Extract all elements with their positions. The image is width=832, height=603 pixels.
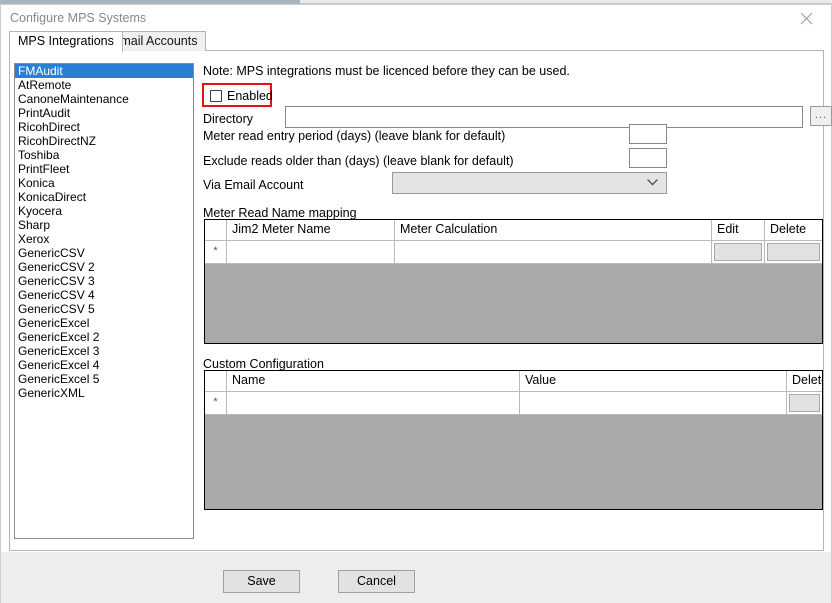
integration-listbox[interactable]: FMAuditAtRemoteCanoneMaintenancePrintAud…: [14, 63, 194, 539]
tab-content-panel: FMAuditAtRemoteCanoneMaintenancePrintAud…: [9, 50, 824, 551]
list-item[interactable]: RicohDirect: [15, 120, 193, 134]
custom-grid-col-value[interactable]: Value: [520, 371, 787, 391]
app-root: Configure MPS Systems MPS Integrations E…: [0, 0, 832, 603]
list-item[interactable]: GenericExcel 3: [15, 344, 193, 358]
list-item[interactable]: Kyocera: [15, 204, 193, 218]
tab-mps-integrations-label: MPS Integrations: [18, 34, 114, 48]
list-item[interactable]: GenericExcel: [15, 316, 193, 330]
list-item[interactable]: GenericExcel 2: [15, 330, 193, 344]
list-item[interactable]: RicohDirectNZ: [15, 134, 193, 148]
tab-mps-integrations[interactable]: MPS Integrations: [9, 31, 123, 52]
meter-grid-cell-delete[interactable]: [765, 241, 822, 263]
meter-read-entry-period-label: Meter read entry period (days) (leave bl…: [203, 129, 505, 143]
meter-grid-col-meter-calculation[interactable]: Meter Calculation: [395, 220, 712, 240]
list-item[interactable]: Konica: [15, 176, 193, 190]
save-button[interactable]: Save: [223, 570, 300, 593]
close-button[interactable]: [785, 5, 829, 31]
custom-configuration-grid[interactable]: Name Value Delete *: [204, 370, 823, 510]
enabled-checkbox-highlight: Enabled: [202, 83, 272, 107]
custom-grid-cell-value[interactable]: [520, 392, 787, 414]
custom-grid-col-rowheader: [205, 371, 227, 391]
list-item[interactable]: FMAudit: [15, 64, 193, 78]
custom-grid-title: Custom Configuration: [203, 357, 324, 371]
meter-grid-new-row[interactable]: *: [205, 241, 822, 264]
meter-grid-cell-edit[interactable]: [712, 241, 765, 263]
custom-grid-empty-area: [205, 415, 822, 510]
list-item[interactable]: PrintFleet: [15, 162, 193, 176]
close-icon: [800, 12, 813, 25]
list-item[interactable]: GenericExcel 4: [15, 358, 193, 372]
custom-grid-col-name[interactable]: Name: [227, 371, 520, 391]
enabled-checkbox[interactable]: [210, 90, 222, 102]
list-item[interactable]: GenericExcel 5: [15, 372, 193, 386]
meter-grid-col-jim2-meter-name[interactable]: Jim2 Meter Name: [227, 220, 395, 240]
list-item[interactable]: GenericCSV: [15, 246, 193, 260]
list-item[interactable]: AtRemote: [15, 78, 193, 92]
exclude-reads-older-than-label: Exclude reads older than (days) (leave b…: [203, 154, 514, 168]
tab-email-accounts-label: Email Accounts: [112, 34, 197, 48]
integration-settings-pane: Note: MPS integrations must be licenced …: [200, 51, 823, 550]
licence-note: Note: MPS integrations must be licenced …: [203, 64, 570, 78]
list-item[interactable]: CanoneMaintenance: [15, 92, 193, 106]
title-bar: Configure MPS Systems: [1, 5, 831, 31]
list-item[interactable]: GenericXML: [15, 386, 193, 400]
list-item[interactable]: GenericCSV 2: [15, 260, 193, 274]
directory-input[interactable]: [285, 106, 803, 128]
meter-read-entry-period-input[interactable]: [629, 124, 667, 144]
cancel-button[interactable]: Cancel: [338, 570, 415, 593]
meter-grid-new-row-marker: *: [205, 241, 227, 263]
custom-grid-delete-button[interactable]: [789, 394, 820, 412]
configure-mps-systems-window: Configure MPS Systems MPS Integrations E…: [0, 4, 832, 603]
meter-grid-title: Meter Read Name mapping: [203, 206, 357, 220]
tab-strip: MPS Integrations Email Accounts: [9, 31, 824, 51]
meter-grid-cell-jim2-meter-name[interactable]: [227, 241, 395, 263]
directory-label: Directory: [203, 112, 253, 126]
directory-browse-button[interactable]: ...: [810, 106, 832, 126]
list-item[interactable]: KonicaDirect: [15, 190, 193, 204]
custom-grid-new-row[interactable]: *: [205, 392, 822, 415]
exclude-reads-older-than-input[interactable]: [629, 148, 667, 168]
meter-grid-empty-area: [205, 264, 822, 344]
chevron-down-icon: [647, 179, 658, 186]
enabled-label: Enabled: [227, 89, 273, 103]
custom-grid-cell-name[interactable]: [227, 392, 520, 414]
meter-grid-col-delete[interactable]: Delete: [765, 220, 822, 240]
list-item[interactable]: GenericCSV 5: [15, 302, 193, 316]
list-item[interactable]: Sharp: [15, 218, 193, 232]
meter-grid-header-row: Jim2 Meter Name Meter Calculation Edit D…: [205, 220, 822, 241]
meter-read-name-mapping-grid[interactable]: Jim2 Meter Name Meter Calculation Edit D…: [204, 219, 823, 344]
meter-grid-col-rowheader: [205, 220, 227, 240]
custom-grid-cell-delete[interactable]: [787, 392, 822, 414]
list-item[interactable]: Xerox: [15, 232, 193, 246]
via-email-account-label: Via Email Account: [203, 178, 304, 192]
via-email-account-select[interactable]: [392, 172, 667, 194]
dialog-footer: Save Cancel: [1, 551, 831, 603]
meter-grid-cell-meter-calculation[interactable]: [395, 241, 712, 263]
list-item[interactable]: Toshiba: [15, 148, 193, 162]
custom-grid-col-delete[interactable]: Delete: [787, 371, 822, 391]
custom-grid-header-row: Name Value Delete: [205, 371, 822, 392]
list-item[interactable]: PrintAudit: [15, 106, 193, 120]
window-title: Configure MPS Systems: [10, 11, 146, 25]
custom-grid-new-row-marker: *: [205, 392, 227, 414]
list-item[interactable]: GenericCSV 3: [15, 274, 193, 288]
list-item[interactable]: GenericCSV 4: [15, 288, 193, 302]
meter-grid-edit-button[interactable]: [714, 243, 762, 261]
meter-grid-delete-button[interactable]: [767, 243, 820, 261]
meter-grid-col-edit[interactable]: Edit: [712, 220, 765, 240]
